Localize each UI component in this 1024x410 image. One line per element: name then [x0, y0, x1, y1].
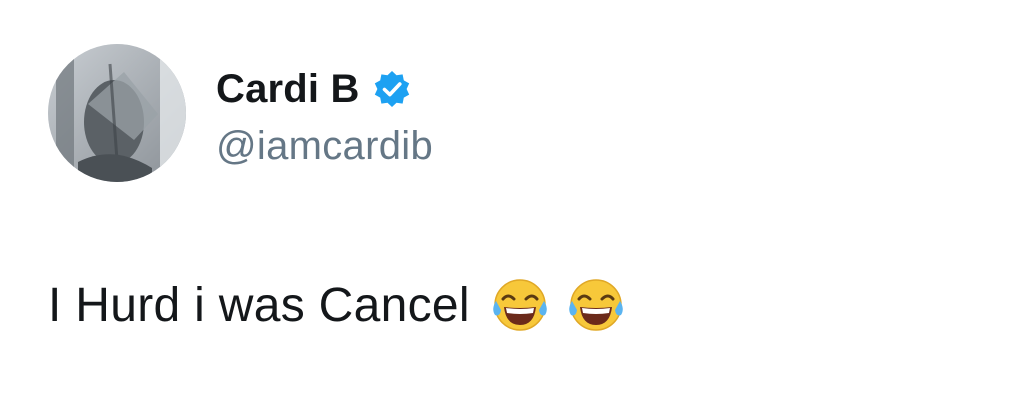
- avatar-photo: [48, 44, 186, 182]
- name-row: Cardi B: [216, 62, 433, 116]
- author-handle[interactable]: @iamcardib: [216, 124, 433, 169]
- tweet-text: I Hurd i was Cancel: [48, 278, 470, 332]
- tweet-header: Cardi B @iamcardib: [48, 44, 433, 182]
- tweet-body: I Hurd i was Cancel: [48, 270, 626, 340]
- author-identity: Cardi B @iamcardib: [216, 44, 433, 169]
- face-with-tears-of-joy-icon: [566, 275, 626, 335]
- display-name[interactable]: Cardi B: [216, 67, 360, 112]
- avatar[interactable]: [48, 44, 186, 182]
- verified-badge-icon: [372, 69, 412, 109]
- tweet-card: Cardi B @iamcardib I Hurd i was Cancel: [0, 0, 1024, 410]
- face-with-tears-of-joy-icon: [490, 275, 550, 335]
